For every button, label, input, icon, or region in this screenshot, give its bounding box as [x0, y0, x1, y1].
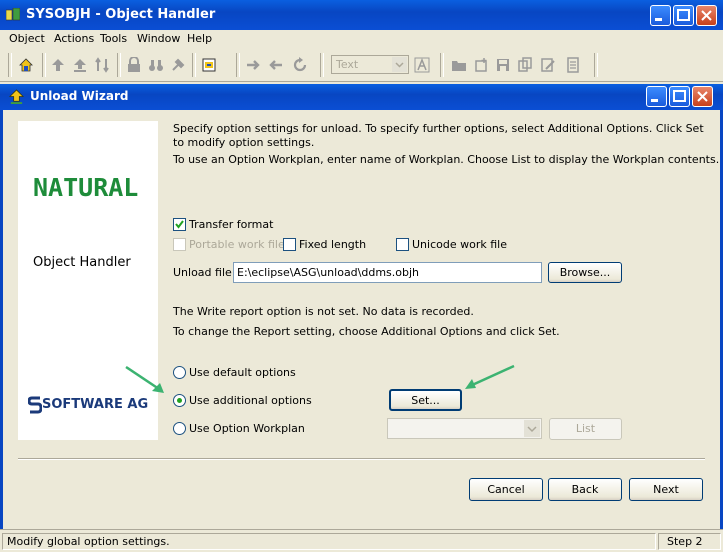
- toolbar-separator: [192, 53, 196, 77]
- toolbar-separator: [320, 53, 324, 77]
- default-options-label[interactable]: Use default options: [189, 366, 296, 379]
- set-button[interactable]: Set...: [389, 389, 462, 411]
- wizard-title: Unload Wizard: [30, 89, 129, 103]
- unload-file-label: Unload file:: [173, 266, 236, 279]
- refresh-icon[interactable]: [292, 57, 308, 73]
- annotation-arrow-icon: [125, 365, 164, 393]
- load-icon[interactable]: [72, 57, 88, 73]
- menu-object[interactable]: Object: [9, 32, 45, 45]
- product-label: Object Handler: [33, 255, 131, 270]
- additional-options-label[interactable]: Use additional options: [189, 394, 312, 407]
- home-icon[interactable]: [18, 57, 34, 73]
- app-titlebar: SYSOBJH - Object Handler: [0, 0, 723, 30]
- close-button[interactable]: [696, 5, 717, 26]
- binoculars-icon[interactable]: [148, 57, 164, 73]
- menu-bar: Object Actions Tools Window Help: [0, 30, 723, 48]
- toolbar-separator: [8, 53, 12, 77]
- option-workplan-label[interactable]: Use Option Workplan: [189, 422, 305, 435]
- minimize-button[interactable]: [650, 5, 671, 26]
- options-icon[interactable]: [201, 57, 217, 73]
- upload-icon: [9, 89, 24, 104]
- lock-icon[interactable]: [126, 57, 142, 73]
- open-folder-icon[interactable]: [451, 57, 467, 73]
- toolbar-separator: [440, 53, 444, 77]
- portable-work-file-label: Portable work file: [189, 238, 285, 251]
- checkmark-icon: [175, 220, 184, 229]
- menu-window[interactable]: Window: [137, 32, 180, 45]
- back-button[interactable]: Back: [548, 478, 622, 501]
- toolbar-separator: [42, 53, 46, 77]
- menu-help[interactable]: Help: [187, 32, 212, 45]
- workplan-intro-text: To use an Option Workplan, enter name of…: [173, 153, 720, 166]
- transfer-icon[interactable]: [94, 57, 110, 73]
- transfer-format-checkbox[interactable]: [173, 218, 186, 231]
- annotation-arrow-icon: [465, 364, 515, 389]
- upload-icon[interactable]: [50, 57, 66, 73]
- status-step-panel: Step 2: [658, 533, 721, 550]
- report-hint-text: To change the Report setting, choose Add…: [173, 325, 560, 338]
- wizard-titlebar: Unload Wizard: [0, 84, 723, 110]
- copy-icon[interactable]: [517, 57, 533, 73]
- wizard-close-button[interactable]: [692, 86, 713, 107]
- edit-icon[interactable]: [540, 57, 556, 73]
- arrow-left-icon[interactable]: [268, 57, 284, 73]
- save-icon[interactable]: [495, 57, 511, 73]
- workplan-combo[interactable]: [387, 418, 542, 439]
- unload-file-input[interactable]: E:\eclipse\ASG\unload\ddms.objh: [233, 262, 542, 283]
- status-step: Step 2: [667, 535, 703, 548]
- intro-text: Specify option settings for unload. To s…: [173, 122, 704, 149]
- additional-options-radio[interactable]: [173, 394, 186, 407]
- font-combo-value: Text: [336, 58, 359, 71]
- font-style-combo[interactable]: Text: [331, 55, 409, 74]
- fixed-length-label[interactable]: Fixed length: [299, 238, 366, 251]
- font-icon[interactable]: [414, 57, 430, 73]
- cancel-button[interactable]: Cancel: [469, 478, 543, 501]
- next-button[interactable]: Next: [629, 478, 703, 501]
- wizard-maximize-button[interactable]: [669, 86, 690, 107]
- menu-actions[interactable]: Actions: [54, 32, 94, 45]
- maximize-button[interactable]: [673, 5, 694, 26]
- status-message: Modify global option settings.: [7, 535, 170, 548]
- option-workplan-radio[interactable]: [173, 422, 186, 435]
- menu-tools[interactable]: Tools: [100, 32, 127, 45]
- arrow-right-icon[interactable]: [245, 57, 261, 73]
- status-bar: Modify global option settings. Step 2: [0, 529, 723, 552]
- wizard-minimize-button[interactable]: [646, 86, 667, 107]
- unload-file-value: E:\eclipse\ASG\unload\ddms.objh: [237, 266, 420, 279]
- software-ag-logo: SOFTWARE AG: [42, 397, 149, 412]
- list-button[interactable]: List: [549, 418, 622, 440]
- software-ag-mark-icon: [28, 396, 42, 414]
- browse-button[interactable]: Browse...: [548, 262, 622, 283]
- footer-divider: [18, 458, 705, 460]
- fixed-length-checkbox[interactable]: [283, 238, 296, 251]
- tools-icon[interactable]: [170, 57, 186, 73]
- new-file-icon[interactable]: [473, 57, 489, 73]
- default-options-radio[interactable]: [173, 366, 186, 379]
- unicode-work-file-label[interactable]: Unicode work file: [412, 238, 507, 251]
- app-icon: [6, 8, 20, 21]
- portable-work-file-checkbox[interactable]: [173, 238, 186, 251]
- properties-icon[interactable]: [565, 57, 581, 73]
- natural-logo: NATURAL: [33, 173, 139, 202]
- chevron-down-icon[interactable]: [392, 57, 407, 72]
- toolbar-separator: [236, 53, 240, 77]
- report-status-text: The Write report option is not set. No d…: [173, 305, 474, 318]
- app-title: SYSOBJH - Object Handler: [26, 7, 216, 22]
- transfer-format-label[interactable]: Transfer format: [189, 218, 273, 231]
- toolbar-separator: [117, 53, 121, 77]
- status-message-panel: Modify global option settings.: [2, 533, 656, 550]
- toolbar-separator: [594, 53, 598, 77]
- unicode-work-file-checkbox[interactable]: [396, 238, 409, 251]
- chevron-down-icon[interactable]: [524, 420, 540, 437]
